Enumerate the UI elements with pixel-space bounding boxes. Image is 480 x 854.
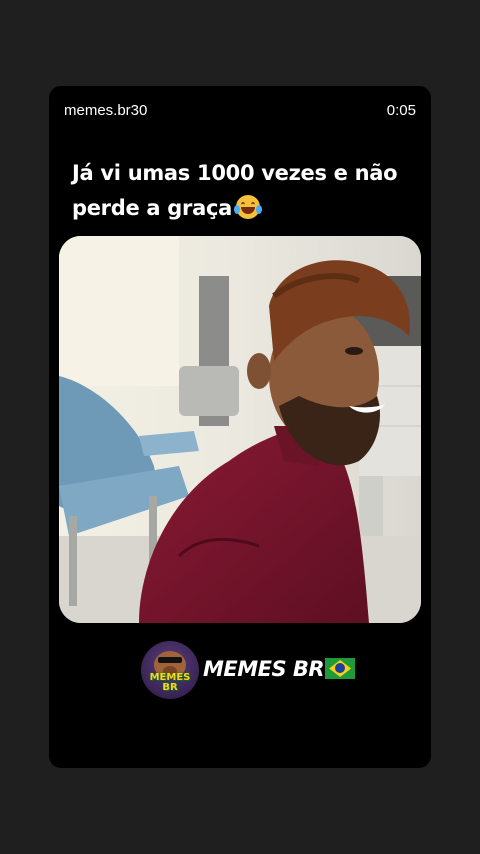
face-with-tears-of-joy-icon xyxy=(233,195,262,219)
brand-watermark: MEMES BR MEMES BR xyxy=(49,641,431,701)
logo-text: MEMES BR xyxy=(149,672,191,693)
caption-line-2: perde a graça xyxy=(72,191,412,226)
brand-name: MEMES BR xyxy=(203,657,356,681)
post-caption: Já vi umas 1000 vezes e não perde a graç… xyxy=(72,156,412,226)
story-header: memes.br30 0:05 xyxy=(49,86,431,134)
video-player[interactable] xyxy=(59,236,421,623)
account-username[interactable]: memes.br30 xyxy=(64,102,147,119)
video-frame xyxy=(59,236,421,623)
brazil-flag-icon xyxy=(325,658,356,679)
story-card[interactable]: memes.br30 0:05 Já vi umas 1000 vezes e … xyxy=(49,86,431,768)
caption-line-1: Já vi umas 1000 vezes e não xyxy=(72,161,398,185)
caption-line-2-text: perde a graça xyxy=(72,196,232,220)
brand-name-text: MEMES BR xyxy=(203,657,325,681)
video-timer: 0:05 xyxy=(386,102,416,119)
brand-logo: MEMES BR xyxy=(141,641,199,699)
